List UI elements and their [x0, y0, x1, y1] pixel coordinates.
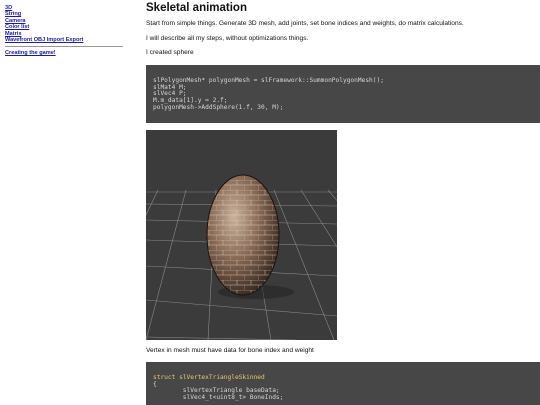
created-paragraph: I created sphere [146, 49, 194, 56]
nav-link-wavefront-obj[interactable]: Wavefront OBJ Import Export [5, 37, 125, 43]
code-block-vertex-struct: struct slVertexTriangleSkinned { slVerte… [146, 362, 540, 405]
code-line-text: slVec4_t<uint8_t> BoneInds; [153, 394, 284, 402]
code-line-text: slPolygonMesh* polygonMesh = slFramework… [153, 77, 384, 84]
render-viewport [146, 130, 337, 340]
vertex-note-paragraph: Vertex in mesh must have data for bone i… [146, 347, 314, 354]
sphere-render-image [146, 130, 337, 340]
page-title: Skeletal animation [146, 2, 247, 14]
describe-paragraph: I will describe all my steps, without op… [146, 35, 309, 42]
sidebar-nav: 3D String Camera Color list Matrix Wavef… [5, 5, 125, 57]
code-block-sphere: slPolygonMesh* polygonMesh = slFramework… [146, 65, 540, 123]
sidebar-divider [5, 46, 123, 48]
nav-link-creating-game[interactable]: Creating the game! [5, 50, 125, 56]
code-line-text: struct slVertexTriangleSkinned [153, 374, 265, 381]
code-line: slPolygonMesh* polygonMesh = slFramework… [153, 77, 384, 84]
code-line-text: polygonMesh->AddSphere(1.f, 30, M); [153, 103, 284, 111]
intro-paragraph: Start from simple things. Generate 3D me… [146, 20, 464, 27]
